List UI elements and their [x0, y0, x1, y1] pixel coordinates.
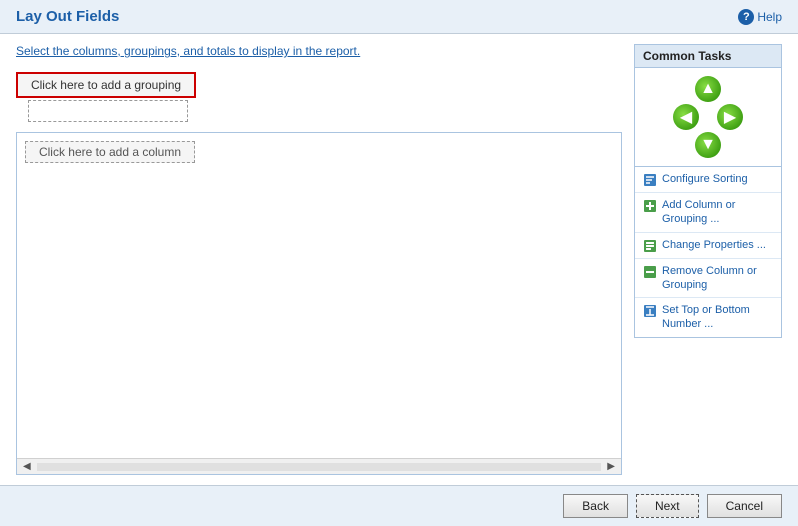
arrow-pad: ▲ ◀ ▶ ▼ [635, 68, 781, 166]
help-link[interactable]: ? Help [738, 9, 782, 25]
scrollbar-bottom: ◀ ▶ [17, 458, 621, 474]
arrow-row-middle: ◀ ▶ [673, 104, 743, 130]
task-item-change-properties[interactable]: Change Properties ... [635, 233, 781, 259]
instruction-after: in the report. [290, 44, 361, 58]
task-label-set-top-bottom: Set Top or Bottom Number ... [662, 303, 773, 332]
add-column-button[interactable]: Click here to add a column [25, 141, 195, 163]
task-item-set-top-bottom[interactable]: Set Top or Bottom Number ... [635, 298, 781, 337]
scroll-track[interactable] [37, 463, 602, 471]
remove-column-icon [643, 265, 657, 279]
arrow-right-button[interactable]: ▶ [717, 104, 743, 130]
page-title: Lay Out Fields [16, 8, 119, 25]
header: Lay Out Fields ? Help [0, 0, 798, 34]
scroll-left-arrow[interactable]: ◀ [19, 461, 35, 472]
change-properties-icon [643, 239, 657, 253]
column-scrollbar-area [17, 171, 621, 458]
help-label: Help [757, 10, 782, 24]
scroll-right-arrow[interactable]: ▶ [603, 461, 619, 472]
instruction-text: Select the columns, groupings, and total… [16, 44, 622, 58]
instruction-link: display [252, 44, 289, 58]
arrow-row-top: ▲ [695, 76, 721, 102]
cancel-button[interactable]: Cancel [707, 494, 782, 518]
task-label-remove-column-grouping: Remove Column or Grouping [662, 264, 773, 293]
column-area: Click here to add a column ◀ ▶ [16, 132, 622, 475]
help-icon: ? [738, 9, 754, 25]
task-item-remove-column-grouping[interactable]: Remove Column or Grouping [635, 259, 781, 299]
common-tasks-header: Common Tasks [635, 45, 781, 68]
arrow-left-button[interactable]: ◀ [673, 104, 699, 130]
arrow-up-button[interactable]: ▲ [695, 76, 721, 102]
arrow-down-button[interactable]: ▼ [695, 132, 721, 158]
add-column-icon [643, 199, 657, 213]
next-button[interactable]: Next [636, 494, 699, 518]
common-tasks-box: Common Tasks ▲ ◀ ▶ ▼ [634, 44, 782, 338]
right-panel: Common Tasks ▲ ◀ ▶ ▼ [634, 44, 782, 475]
task-label-change-properties: Change Properties ... [662, 238, 766, 252]
arrow-row-bottom: ▼ [695, 132, 721, 158]
task-item-configure-sorting[interactable]: Configure Sorting [635, 167, 781, 193]
page-container: Lay Out Fields ? Help Select the columns… [0, 0, 798, 526]
task-item-add-column-grouping[interactable]: Add Column or Grouping ... [635, 193, 781, 233]
instruction-before: Select the columns, groupings, and total… [16, 44, 252, 58]
footer: Back Next Cancel [0, 485, 798, 526]
task-label-add-column-grouping: Add Column or Grouping ... [662, 198, 773, 227]
task-label-configure-sorting: Configure Sorting [662, 172, 748, 186]
main-area: Select the columns, groupings, and total… [16, 44, 622, 475]
add-grouping-button[interactable]: Click here to add a grouping [16, 72, 196, 98]
set-top-bottom-icon [643, 304, 657, 318]
content-area: Select the columns, groupings, and total… [0, 34, 798, 485]
back-button[interactable]: Back [563, 494, 628, 518]
sorting-icon [643, 173, 657, 187]
grouping-placeholder [28, 100, 188, 122]
